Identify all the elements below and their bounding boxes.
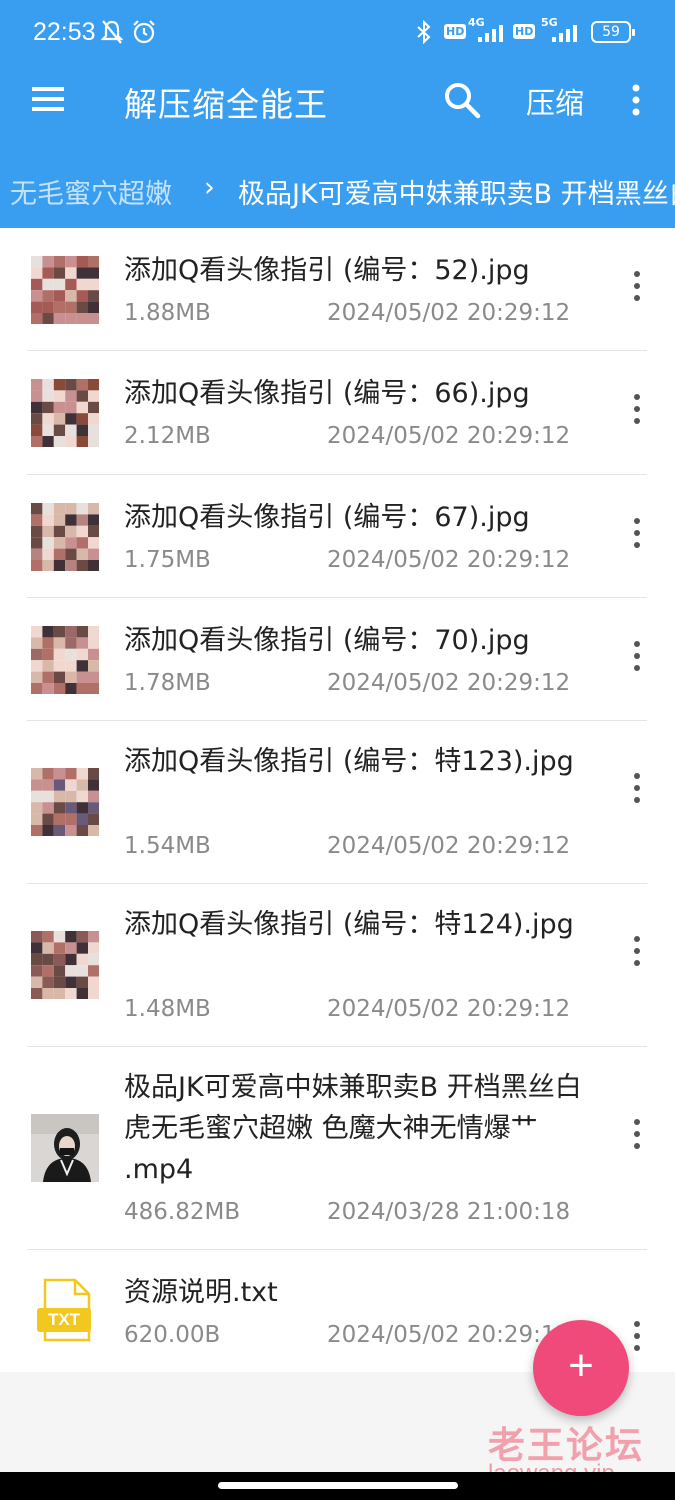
- file-date: 2024/05/02 20:29:12: [327, 300, 571, 326]
- more-options-icon[interactable]: [625, 389, 649, 429]
- file-date: 2024/03/28 21:00:18: [327, 1199, 571, 1225]
- file-name: 添加Q看头像指引 (编号：特123).jpg: [124, 746, 574, 777]
- image-thumbnail: [31, 256, 100, 325]
- plus-icon: +: [568, 1341, 594, 1390]
- file-name: 添加Q看头像指引 (编号：70).jpg: [124, 625, 530, 656]
- compress-button[interactable]: 压缩: [526, 80, 584, 122]
- battery-indicator: 59: [591, 21, 635, 43]
- breadcrumb: 无毛蜜穴超嫩 › 极品JK可爱高中妹兼职卖B 开档黑丝白虎无毛蜜穴超嫩: [0, 160, 675, 220]
- file-name: 资源说明.txt: [124, 1277, 278, 1308]
- more-options-icon[interactable]: [625, 768, 649, 808]
- file-name: 添加Q看头像指引 (编号：67).jpg: [124, 502, 530, 533]
- txt-badge-label: TXT: [47, 1310, 81, 1329]
- more-options-icon[interactable]: [625, 266, 649, 306]
- image-thumbnail: [31, 931, 100, 1000]
- file-date: 2024/05/02 20:29:12: [327, 423, 571, 449]
- file-row[interactable]: 极品JK可爱高中妹兼职卖B 开档黑丝白虎无毛蜜穴超嫩 色魔大神无情爆艹 .mp4…: [0, 1047, 675, 1249]
- signal-icon-2: [552, 25, 577, 42]
- file-size: 1.88MB: [124, 300, 211, 326]
- bell-off-icon: [101, 20, 123, 44]
- file-name: 添加Q看头像指引 (编号：特124).jpg: [124, 909, 574, 940]
- system-nav-bar: [0, 1472, 675, 1500]
- hamburger-menu-icon[interactable]: [30, 84, 66, 114]
- home-gesture-bar[interactable]: [218, 1482, 458, 1489]
- file-row[interactable]: 添加Q看头像指引 (编号：52).jpg 1.88MB 2024/05/02 2…: [0, 228, 675, 350]
- image-thumbnail: [31, 379, 100, 448]
- file-row[interactable]: 添加Q看头像指引 (编号：特123).jpg 1.54MB 2024/05/02…: [0, 721, 675, 883]
- image-thumbnail: [31, 768, 100, 837]
- file-name: 添加Q看头像指引 (编号：52).jpg: [124, 255, 530, 286]
- file-size: 620.00B: [124, 1322, 221, 1348]
- app-title: 解压缩全能王: [124, 85, 328, 124]
- file-size: 486.82MB: [124, 1199, 241, 1225]
- file-size: 2.12MB: [124, 423, 211, 449]
- image-thumbnail: [31, 503, 100, 572]
- video-frame-image: [31, 1114, 99, 1182]
- breadcrumb-separator: ›: [204, 172, 215, 203]
- file-date: 2024/05/02 20:29:12: [327, 547, 571, 573]
- toolbar: 解压缩全能王 压缩: [0, 64, 675, 136]
- txt-file-icon: TXT: [31, 1276, 99, 1344]
- file-row[interactable]: 添加Q看头像指引 (编号：66).jpg 2.12MB 2024/05/02 2…: [0, 351, 675, 473]
- breadcrumb-current[interactable]: 极品JK可爱高中妹兼职卖B 开档黑丝白虎无毛蜜穴超嫩: [238, 172, 675, 211]
- file-date: 2024/05/02 20:29:12: [327, 833, 571, 859]
- signal-icon: [478, 25, 503, 42]
- file-name: 添加Q看头像指引 (编号：66).jpg: [124, 378, 530, 409]
- breadcrumb-previous[interactable]: 无毛蜜穴超嫩: [10, 172, 172, 211]
- overflow-menu-icon[interactable]: [624, 80, 648, 120]
- alarm-icon: [133, 20, 155, 44]
- file-row[interactable]: 添加Q看头像指引 (编号：70).jpg 1.78MB 2024/05/02 2…: [0, 598, 675, 720]
- file-size: 1.54MB: [124, 833, 211, 859]
- status-time: 22:53: [33, 18, 96, 46]
- video-thumbnail: [31, 1114, 99, 1182]
- more-options-icon[interactable]: [625, 931, 649, 971]
- file-size: 1.78MB: [124, 670, 211, 696]
- hd-badge-2: HD: [513, 24, 536, 39]
- more-options-icon[interactable]: [625, 513, 649, 553]
- search-icon[interactable]: [442, 80, 482, 120]
- file-size: 1.48MB: [124, 996, 211, 1022]
- image-thumbnail: [31, 626, 100, 695]
- file-row[interactable]: 添加Q看头像指引 (编号：特124).jpg 1.48MB 2024/05/02…: [0, 884, 675, 1046]
- file-date: 2024/05/02 20:29:12: [327, 996, 571, 1022]
- more-options-icon[interactable]: [625, 636, 649, 676]
- bluetooth-icon: [417, 20, 431, 44]
- file-name: 极品JK可爱高中妹兼职卖B 开档黑丝白虎无毛蜜穴超嫩 色魔大神无情爆艹 .mp4: [124, 1072, 582, 1185]
- status-bar: 22:53 HD 4G HD 5G 59: [0, 0, 675, 64]
- add-fab-button[interactable]: +: [533, 1320, 629, 1416]
- file-size: 1.75MB: [124, 547, 211, 573]
- app-bar: 22:53 HD 4G HD 5G 59 解压缩全能王 压缩 无毛蜜穴超嫩 › …: [0, 0, 675, 228]
- hd-badge: HD: [444, 24, 467, 39]
- file-date: 2024/05/02 20:29:12: [327, 670, 571, 696]
- more-options-icon[interactable]: [625, 1114, 649, 1154]
- file-row[interactable]: 添加Q看头像指引 (编号：67).jpg 1.75MB 2024/05/02 2…: [0, 475, 675, 597]
